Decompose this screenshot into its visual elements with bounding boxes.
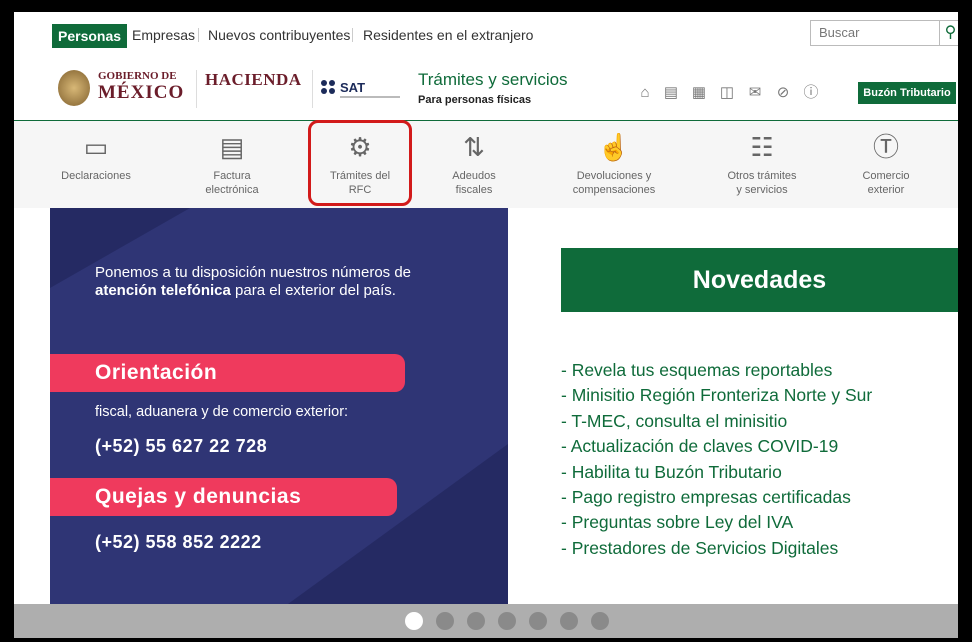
menu-label: Factura electrónica xyxy=(205,170,259,196)
divider xyxy=(352,28,353,42)
search-input[interactable]: Buscar xyxy=(810,20,940,46)
gob-logo-line2: MÉXICO xyxy=(98,82,185,103)
declaraciones-icon: ▭ xyxy=(83,132,109,162)
carousel-indicators xyxy=(14,604,958,638)
sat-logo-underline xyxy=(340,96,400,98)
orientacion-heading: Orientación xyxy=(50,354,405,392)
novedad-link[interactable]: - Minisitio Región Fronteriza Norte y Su… xyxy=(561,383,958,408)
carousel-dot[interactable] xyxy=(591,612,609,630)
top-navigation: Personas Empresas Nuevos contribuyentes … xyxy=(14,12,958,52)
menu-label: Declaraciones xyxy=(61,170,131,182)
gob-logo-line1: GOBIERNO DE xyxy=(98,70,177,82)
hacienda-logo-text: HACIENDA xyxy=(205,70,302,89)
banner-intro-text: para el exterior del país. xyxy=(230,282,396,299)
menu-item-devoluciones[interactable]: ☝ Devoluciones y compensaciones xyxy=(564,125,664,207)
home-icon[interactable]: ⌂ xyxy=(636,84,654,102)
menu-label: Comercio exterior xyxy=(862,170,910,196)
novedad-link[interactable]: - Pago registro empresas certificadas xyxy=(561,485,958,510)
national-seal-icon xyxy=(58,70,90,106)
menu-label: Otros trámites y servicios xyxy=(727,170,797,196)
novedad-link[interactable]: - Habilita tu Buzón Tributario xyxy=(561,460,958,485)
novedad-link[interactable]: - Preguntas sobre Ley del IVA xyxy=(561,510,958,535)
hacienda-logo[interactable]: HACIENDA xyxy=(196,70,306,108)
site-header: GOBIERNO DE MÉXICO HACIENDA SAT Trámites… xyxy=(14,62,958,118)
phone-quejas: (+52) 558 852 2222 xyxy=(95,532,262,552)
carousel-dot[interactable] xyxy=(405,612,423,630)
topnav-empresas[interactable]: Empresas xyxy=(132,24,195,46)
decor-shape xyxy=(288,444,508,604)
banner-intro-text: Ponemos a tu disposición nuestros número… xyxy=(95,264,412,281)
menu-item-otros-tramites[interactable]: ☷ Otros trámites y servicios xyxy=(712,125,812,207)
highlight-annotation xyxy=(308,120,412,206)
novedad-link[interactable]: - T-MEC, consulta el minisitio xyxy=(561,409,958,434)
sat-dots-icon xyxy=(321,80,337,96)
topnav-nuevos-contribuyentes[interactable]: Nuevos contribuyentes xyxy=(208,24,350,46)
book-icon[interactable]: ◫ xyxy=(718,84,736,102)
help-icon[interactable]: ⓘ xyxy=(802,84,820,102)
services-menu: ▭ Declaraciones ▤ Factura electrónica ⚙ … xyxy=(14,120,958,208)
menu-item-comercio-exterior[interactable]: Ⓣ Comercio exterior xyxy=(836,125,936,207)
menu-item-declaraciones[interactable]: ▭ Declaraciones xyxy=(46,125,146,207)
novedades-title: Novedades xyxy=(561,248,958,312)
coin-icon: Ⓣ xyxy=(872,132,899,162)
phone-orientacion: (+52) 55 627 22 728 xyxy=(95,436,268,456)
sat-logo[interactable]: SAT xyxy=(312,70,400,108)
debt-icon: ⇅ xyxy=(463,132,485,162)
quejas-heading: Quejas y denuncias xyxy=(50,478,397,516)
novedades-list: - Revela tus esquemas reportables - Mini… xyxy=(561,358,958,561)
buzon-tributario-button[interactable]: Buzón Tributario xyxy=(858,82,956,104)
calendar-icon[interactable]: ▦ xyxy=(690,84,708,102)
mail-icon[interactable]: ✉ xyxy=(746,84,764,102)
menu-item-adeudos[interactable]: ⇅ Adeudos fiscales xyxy=(424,125,524,207)
browser-viewport: Personas Empresas Nuevos contribuyentes … xyxy=(14,12,958,638)
novedad-link[interactable]: - Actualización de claves COVID-19 xyxy=(561,434,958,459)
compass-icon[interactable]: ⊘ xyxy=(774,84,792,102)
carousel-dot[interactable] xyxy=(498,612,516,630)
banner-intro-bold: atención telefónica xyxy=(95,282,231,299)
chart-icon: ☷ xyxy=(750,132,774,162)
invoice-icon: ▤ xyxy=(219,132,245,162)
carousel-dot[interactable] xyxy=(436,612,454,630)
id-card-icon[interactable]: ▤ xyxy=(662,84,680,102)
search-icon[interactable]: ⚲ xyxy=(940,20,958,46)
carousel-dot[interactable] xyxy=(529,612,547,630)
novedad-link[interactable]: - Prestadores de Servicios Digitales xyxy=(561,536,958,561)
novedad-link[interactable]: - Revela tus esquemas reportables xyxy=(561,358,958,383)
menu-label: Devoluciones y compensaciones xyxy=(572,170,656,196)
gobierno-mexico-logo[interactable]: GOBIERNO DE MÉXICO xyxy=(58,68,186,108)
topnav-personas[interactable]: Personas xyxy=(52,24,128,48)
section-subtitle: Para personas físicas xyxy=(418,94,532,106)
section-title: Trámites y servicios xyxy=(418,70,568,89)
carousel-dot[interactable] xyxy=(467,612,485,630)
refund-icon: ☝ xyxy=(597,132,631,162)
topnav-residentes-extranjero[interactable]: Residentes en el extranjero xyxy=(363,24,533,46)
menu-item-factura[interactable]: ▤ Factura electrónica xyxy=(182,125,282,207)
divider xyxy=(198,28,199,42)
orientacion-description: fiscal, aduanera y de comercio exterior: xyxy=(95,404,349,420)
menu-label: Adeudos fiscales xyxy=(452,170,496,196)
sat-logo-text: SAT xyxy=(340,80,366,95)
phone-banner[interactable]: Ponemos a tu disposición nuestros número… xyxy=(50,208,508,604)
banner-intro: Ponemos a tu disposición nuestros número… xyxy=(95,264,435,300)
carousel-dot[interactable] xyxy=(560,612,578,630)
